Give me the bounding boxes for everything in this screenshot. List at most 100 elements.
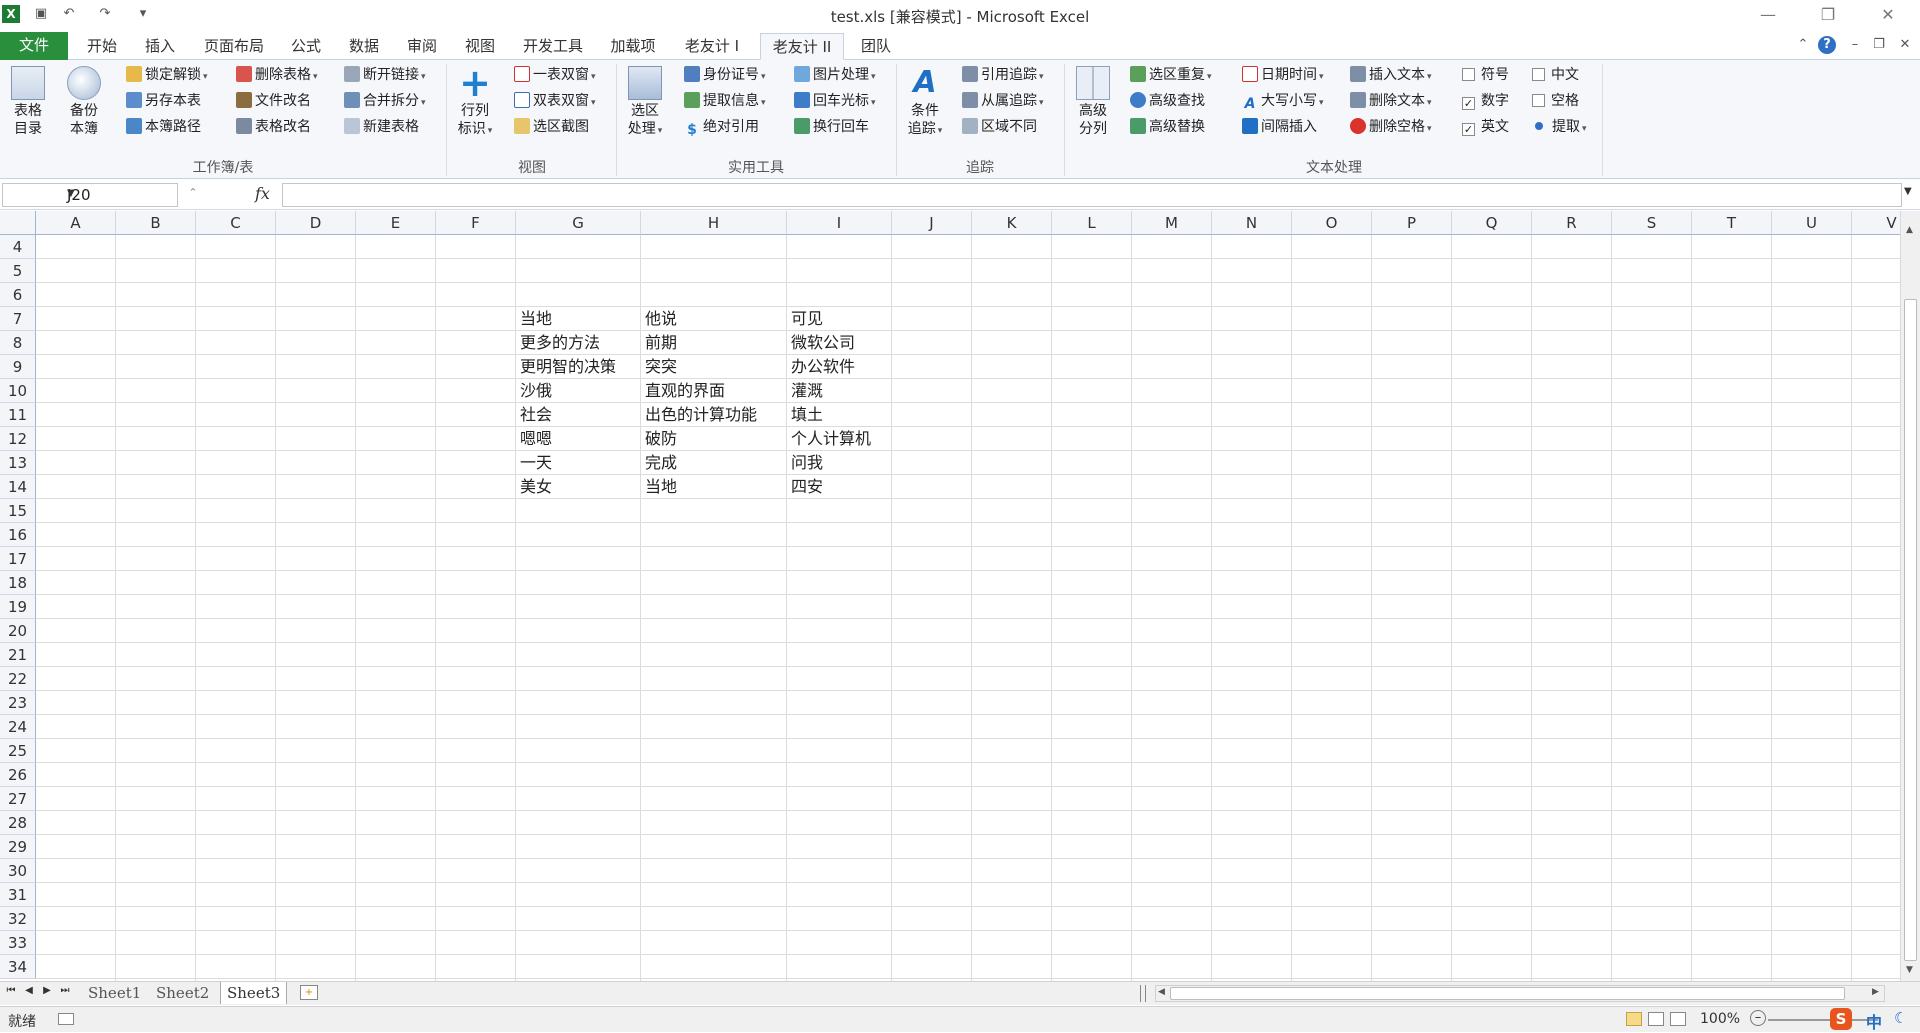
- cell-i10[interactable]: 灌溉: [787, 379, 892, 403]
- name-box[interactable]: J20 ▼: [2, 183, 178, 207]
- chinese-checkbox[interactable]: 中文: [1532, 64, 1579, 86]
- image-process-button[interactable]: 图片处理 ▾: [794, 64, 876, 86]
- formula-expand-chevron-icon[interactable]: ▼: [1904, 186, 1912, 197]
- vertical-scroll-thumb[interactable]: [1904, 299, 1917, 961]
- worksheet-grid[interactable]: ABCDEFGHIJKLMNOPQRSTUV 4 5 6 7 8 9 10 11 12 13 14 1…: [0, 211, 1900, 981]
- column-header-q[interactable]: Q: [1452, 211, 1532, 235]
- next-sheet-icon[interactable]: ▶: [40, 985, 54, 996]
- absolute-reference-button[interactable]: $ 绝对引用: [684, 116, 759, 138]
- column-header-b[interactable]: B: [116, 211, 196, 235]
- column-header-s[interactable]: S: [1612, 211, 1692, 235]
- selection-screenshot-button[interactable]: 选区截图: [514, 116, 589, 138]
- row-header-29[interactable]: 29: [0, 835, 36, 859]
- row-header-24[interactable]: 24: [0, 715, 36, 739]
- column-header-t[interactable]: T: [1692, 211, 1772, 235]
- cell-i11[interactable]: 填土: [787, 403, 892, 427]
- book-path-button[interactable]: 本簿路径: [126, 116, 201, 138]
- english-checkbox[interactable]: ✓ 英文: [1462, 116, 1509, 138]
- cell-g13[interactable]: 一天: [516, 451, 641, 475]
- tab-developer[interactable]: 开发工具: [514, 33, 592, 60]
- row-col-mark-button[interactable]: + 行列 标识 ▾: [452, 64, 498, 140]
- workbook-minimize-icon[interactable]: –: [1846, 36, 1864, 54]
- column-header-f[interactable]: F: [436, 211, 516, 235]
- cell-i14[interactable]: 四安: [787, 475, 892, 499]
- backup-book-button[interactable]: 备份 本簿: [62, 66, 106, 138]
- zoom-out-icon[interactable]: –: [1750, 1010, 1766, 1026]
- cell-i12[interactable]: 个人计算机: [787, 427, 892, 451]
- cell-i7[interactable]: 可见: [787, 307, 892, 331]
- zoom-level[interactable]: 100%: [1700, 1011, 1740, 1027]
- first-sheet-icon[interactable]: ⏮: [4, 985, 18, 996]
- column-header-h[interactable]: H: [641, 211, 787, 235]
- normal-view-button[interactable]: [1626, 1012, 1642, 1026]
- cell-g11[interactable]: 社会: [516, 403, 641, 427]
- row-header-5[interactable]: 5: [0, 259, 36, 283]
- tab-laoyouji-2[interactable]: 老友计 II: [760, 33, 844, 60]
- help-icon[interactable]: ?: [1818, 36, 1836, 54]
- ime-mode-indicator[interactable]: 中: [1866, 1009, 1882, 1033]
- rename-file-button[interactable]: 文件改名: [236, 90, 311, 112]
- horizontal-scroll-thumb[interactable]: [1170, 987, 1845, 1000]
- row-header-13[interactable]: 13: [0, 451, 36, 475]
- symbol-checkbox-box[interactable]: [1462, 68, 1475, 81]
- row-header-7[interactable]: 7: [0, 307, 36, 331]
- last-sheet-icon[interactable]: ⏭: [58, 985, 72, 996]
- tab-laoyouji-1[interactable]: 老友计 I: [672, 33, 752, 60]
- cell-g8[interactable]: 更多的方法: [516, 331, 641, 355]
- tab-split-handle[interactable]: [1140, 985, 1146, 1002]
- wrap-enter-button[interactable]: 换行回车: [794, 116, 869, 138]
- chevron-down-icon[interactable]: ▼: [67, 188, 173, 199]
- row-header-34[interactable]: 34: [0, 955, 36, 979]
- cell-h9[interactable]: 突突: [641, 355, 787, 379]
- column-header-i[interactable]: I: [787, 211, 892, 235]
- row-header-10[interactable]: 10: [0, 379, 36, 403]
- merge-split-button[interactable]: 合并拆分 ▾: [344, 90, 426, 112]
- space-checkbox[interactable]: 空格: [1532, 90, 1579, 112]
- date-time-button[interactable]: 日期时间 ▾: [1242, 64, 1324, 86]
- row-header-4[interactable]: 4: [0, 235, 36, 259]
- cell-h8[interactable]: 前期: [641, 331, 787, 355]
- save-sheet-as-button[interactable]: 另存本表: [126, 90, 201, 112]
- cell-i13[interactable]: 问我: [787, 451, 892, 475]
- tab-file[interactable]: 文件: [0, 32, 68, 60]
- collapse-ribbon-icon[interactable]: ⌃: [1794, 36, 1812, 54]
- sheet-tab-1[interactable]: Sheet1: [82, 982, 147, 1004]
- one-table-two-window-button[interactable]: 一表双窗 ▾: [514, 64, 596, 86]
- chinese-checkbox-box[interactable]: [1532, 68, 1545, 81]
- horizontal-scrollbar[interactable]: ◀ ▶: [1155, 985, 1885, 1002]
- scroll-down-icon[interactable]: ▼: [1906, 965, 1913, 975]
- cell-g14[interactable]: 美女: [516, 475, 641, 499]
- number-checkbox-box[interactable]: ✓: [1462, 97, 1475, 110]
- cell-g7[interactable]: 当地: [516, 307, 641, 331]
- cell-h7[interactable]: 他说: [641, 307, 787, 331]
- new-table-button[interactable]: 新建表格: [344, 116, 419, 138]
- column-header-m[interactable]: M: [1132, 211, 1212, 235]
- prev-sheet-icon[interactable]: ◀: [22, 985, 36, 996]
- column-header-k[interactable]: K: [972, 211, 1052, 235]
- column-header-p[interactable]: P: [1372, 211, 1452, 235]
- insert-function-button[interactable]: fx: [255, 184, 270, 203]
- insert-sheet-icon[interactable]: +: [300, 985, 318, 1000]
- cell-i9[interactable]: 办公软件: [787, 355, 892, 379]
- close-button[interactable]: ✕: [1866, 2, 1910, 28]
- interval-insert-button[interactable]: 间隔插入: [1242, 116, 1317, 138]
- zoom-slider[interactable]: [1768, 1019, 1878, 1021]
- minimize-button[interactable]: —: [1746, 2, 1790, 28]
- scroll-left-icon[interactable]: ◀: [1158, 987, 1165, 997]
- extract-button[interactable]: 提取 ▾: [1532, 116, 1587, 138]
- macro-record-icon[interactable]: [58, 1013, 74, 1025]
- row-header-11[interactable]: 11: [0, 403, 36, 427]
- break-link-button[interactable]: 断开链接 ▾: [344, 64, 426, 86]
- symbol-checkbox[interactable]: 符号: [1462, 64, 1509, 86]
- row-header-21[interactable]: 21: [0, 643, 36, 667]
- row-header-25[interactable]: 25: [0, 739, 36, 763]
- tab-team[interactable]: 团队: [852, 33, 900, 60]
- row-header-20[interactable]: 20: [0, 619, 36, 643]
- column-header-u[interactable]: U: [1772, 211, 1852, 235]
- workbook-close-icon[interactable]: ✕: [1896, 36, 1914, 54]
- row-header-17[interactable]: 17: [0, 547, 36, 571]
- row-header-15[interactable]: 15: [0, 499, 36, 523]
- row-header-19[interactable]: 19: [0, 595, 36, 619]
- column-header-v[interactable]: V: [1852, 211, 1900, 235]
- tab-data[interactable]: 数据: [340, 33, 388, 60]
